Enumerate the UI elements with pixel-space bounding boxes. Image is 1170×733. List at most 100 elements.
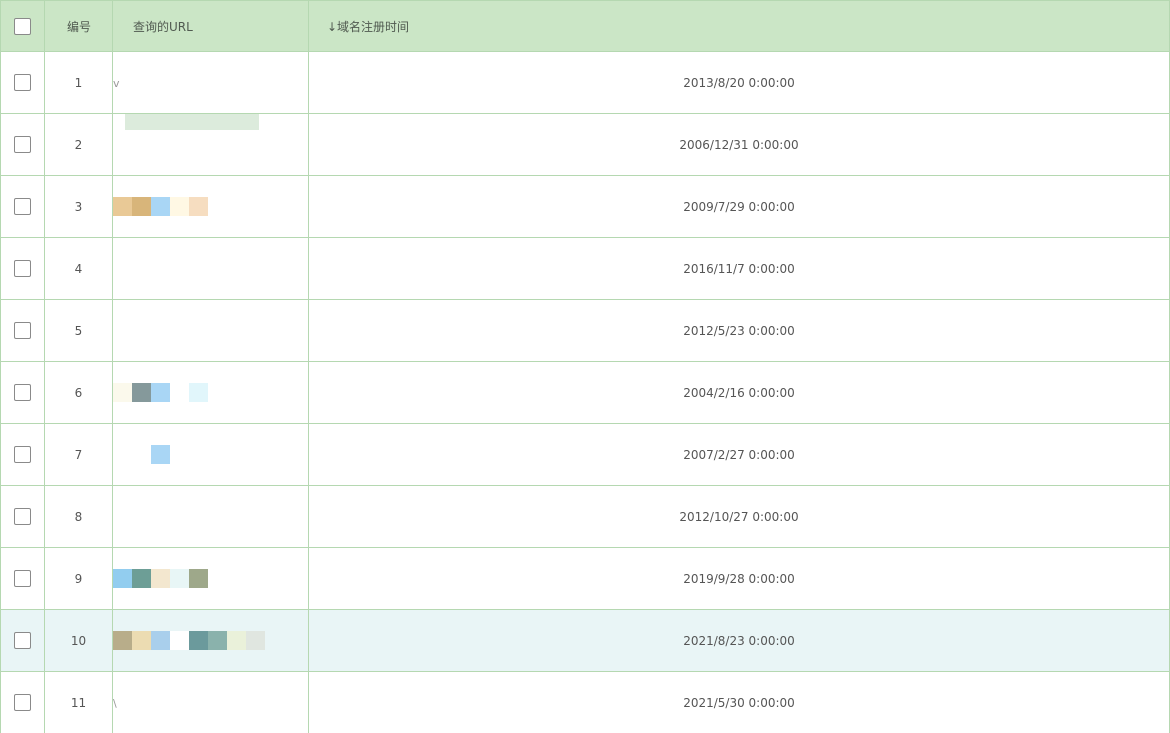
redaction-pixel [113, 631, 132, 650]
row-registration-date: 2006/12/31 0:00:00 [308, 113, 1170, 176]
row-number: 3 [44, 175, 113, 238]
url-text: v [113, 76, 120, 90]
row-url[interactable]: \ [112, 671, 309, 733]
table-body: 1 v 2013/8/20 0:00:00 2 2006/12/31 0:00:00 3 2… [0, 51, 1170, 733]
row-registration-date: 2012/5/23 0:00:00 [308, 299, 1170, 362]
redaction-pixel [170, 383, 189, 402]
redaction-pixel [132, 445, 151, 464]
row-url[interactable] [112, 423, 309, 486]
row-url[interactable] [112, 547, 309, 610]
table-row[interactable]: 8 2012/10/27 0:00:00 [0, 485, 1170, 548]
row-registration-date: 2021/5/30 0:00:00 [308, 671, 1170, 733]
redaction-pixel [189, 569, 208, 588]
row-select-cell [0, 299, 45, 362]
row-checkbox[interactable] [14, 632, 31, 649]
row-registration-date: 2009/7/29 0:00:00 [308, 175, 1170, 238]
row-url[interactable] [112, 299, 309, 362]
row-url[interactable] [112, 609, 309, 672]
redaction-pixel [227, 631, 246, 650]
row-checkbox[interactable] [14, 260, 31, 277]
row-checkbox[interactable] [14, 446, 31, 463]
row-number: 7 [44, 423, 113, 486]
row-select-cell [0, 547, 45, 610]
row-checkbox[interactable] [14, 384, 31, 401]
registration-date-column-header[interactable]: ↓域名注册时间 [308, 0, 1170, 52]
row-checkbox[interactable] [14, 694, 31, 711]
row-url[interactable] [112, 485, 309, 548]
redaction-pixel [113, 383, 132, 402]
row-number: 10 [44, 609, 113, 672]
row-number: 8 [44, 485, 113, 548]
row-select-cell [0, 113, 45, 176]
row-url[interactable] [112, 361, 309, 424]
row-checkbox[interactable] [14, 570, 31, 587]
redaction-pixel [151, 569, 170, 588]
row-select-cell [0, 423, 45, 486]
table-header-row: 编号 查询的URL ↓域名注册时间 [0, 0, 1170, 52]
redaction-pixel [113, 197, 132, 216]
redaction-pixel [132, 383, 151, 402]
row-checkbox[interactable] [14, 136, 31, 153]
row-select-cell [0, 361, 45, 424]
row-checkbox[interactable] [14, 322, 31, 339]
redaction-pixel [208, 631, 227, 650]
row-registration-date: 2021/8/23 0:00:00 [308, 609, 1170, 672]
url-text: \ [113, 696, 117, 710]
row-number: 4 [44, 237, 113, 300]
row-select-cell [0, 237, 45, 300]
url-redaction-pixels [113, 445, 170, 464]
row-registration-date: 2013/8/20 0:00:00 [308, 51, 1170, 114]
table-row[interactable]: 5 2012/5/23 0:00:00 [0, 299, 1170, 362]
redaction-pixel [132, 569, 151, 588]
redaction-pixel [246, 631, 265, 650]
redaction-pixel [113, 445, 132, 464]
table-row[interactable]: 6 2004/2/16 0:00:00 [0, 361, 1170, 424]
row-registration-date: 2019/9/28 0:00:00 [308, 547, 1170, 610]
select-all-checkbox[interactable] [14, 17, 31, 35]
table-row[interactable]: 4 2016/11/7 0:00:00 [0, 237, 1170, 300]
row-select-cell [0, 609, 45, 672]
row-select-cell [0, 175, 45, 238]
redaction-pixel [170, 631, 189, 650]
redaction-pixel [151, 383, 170, 402]
table-row[interactable]: 7 2007/2/27 0:00:00 [0, 423, 1170, 486]
number-column-header[interactable]: 编号 [44, 0, 113, 52]
domain-registration-table: 编号 查询的URL ↓域名注册时间 1 v 2013/8/20 0:00:00 2 20… [0, 0, 1170, 733]
url-redaction-pixels [113, 383, 208, 402]
row-select-cell [0, 671, 45, 733]
table-row[interactable]: 10 2021/8/23 0:00:00 [0, 609, 1170, 672]
redaction-pixel [151, 445, 170, 464]
redaction-pixel [132, 197, 151, 216]
row-number: 5 [44, 299, 113, 362]
row-select-cell [0, 485, 45, 548]
row-registration-date: 2012/10/27 0:00:00 [308, 485, 1170, 548]
url-redaction-pixels [113, 197, 208, 216]
redaction-pixel [132, 631, 151, 650]
row-url[interactable]: v [112, 51, 309, 114]
row-checkbox[interactable] [14, 508, 31, 525]
row-registration-date: 2016/11/7 0:00:00 [308, 237, 1170, 300]
row-url[interactable] [112, 113, 309, 176]
row-select-cell [0, 51, 45, 114]
row-url[interactable] [112, 237, 309, 300]
table-row[interactable]: 1 v 2013/8/20 0:00:00 [0, 51, 1170, 114]
table-row[interactable]: 9 2019/9/28 0:00:00 [0, 547, 1170, 610]
redaction-pixel [151, 631, 170, 650]
row-checkbox[interactable] [14, 74, 31, 91]
table-row[interactable]: 2 2006/12/31 0:00:00 [0, 113, 1170, 176]
row-url[interactable] [112, 175, 309, 238]
result-table-viewport: 编号 查询的URL ↓域名注册时间 1 v 2013/8/20 0:00:00 2 20… [0, 0, 1170, 733]
redaction-pixel [189, 383, 208, 402]
redaction-pixel [170, 569, 189, 588]
url-redaction-bar [125, 114, 259, 130]
url-redaction-pixels [113, 631, 265, 650]
redaction-pixel [189, 631, 208, 650]
table-row[interactable]: 3 2009/7/29 0:00:00 [0, 175, 1170, 238]
table-row[interactable]: 11 \ 2021/5/30 0:00:00 [0, 671, 1170, 733]
redaction-pixel [113, 569, 132, 588]
row-number: 11 [44, 671, 113, 733]
redaction-pixel [189, 197, 208, 216]
row-registration-date: 2004/2/16 0:00:00 [308, 361, 1170, 424]
row-checkbox[interactable] [14, 198, 31, 215]
url-column-header[interactable]: 查询的URL [112, 0, 309, 52]
